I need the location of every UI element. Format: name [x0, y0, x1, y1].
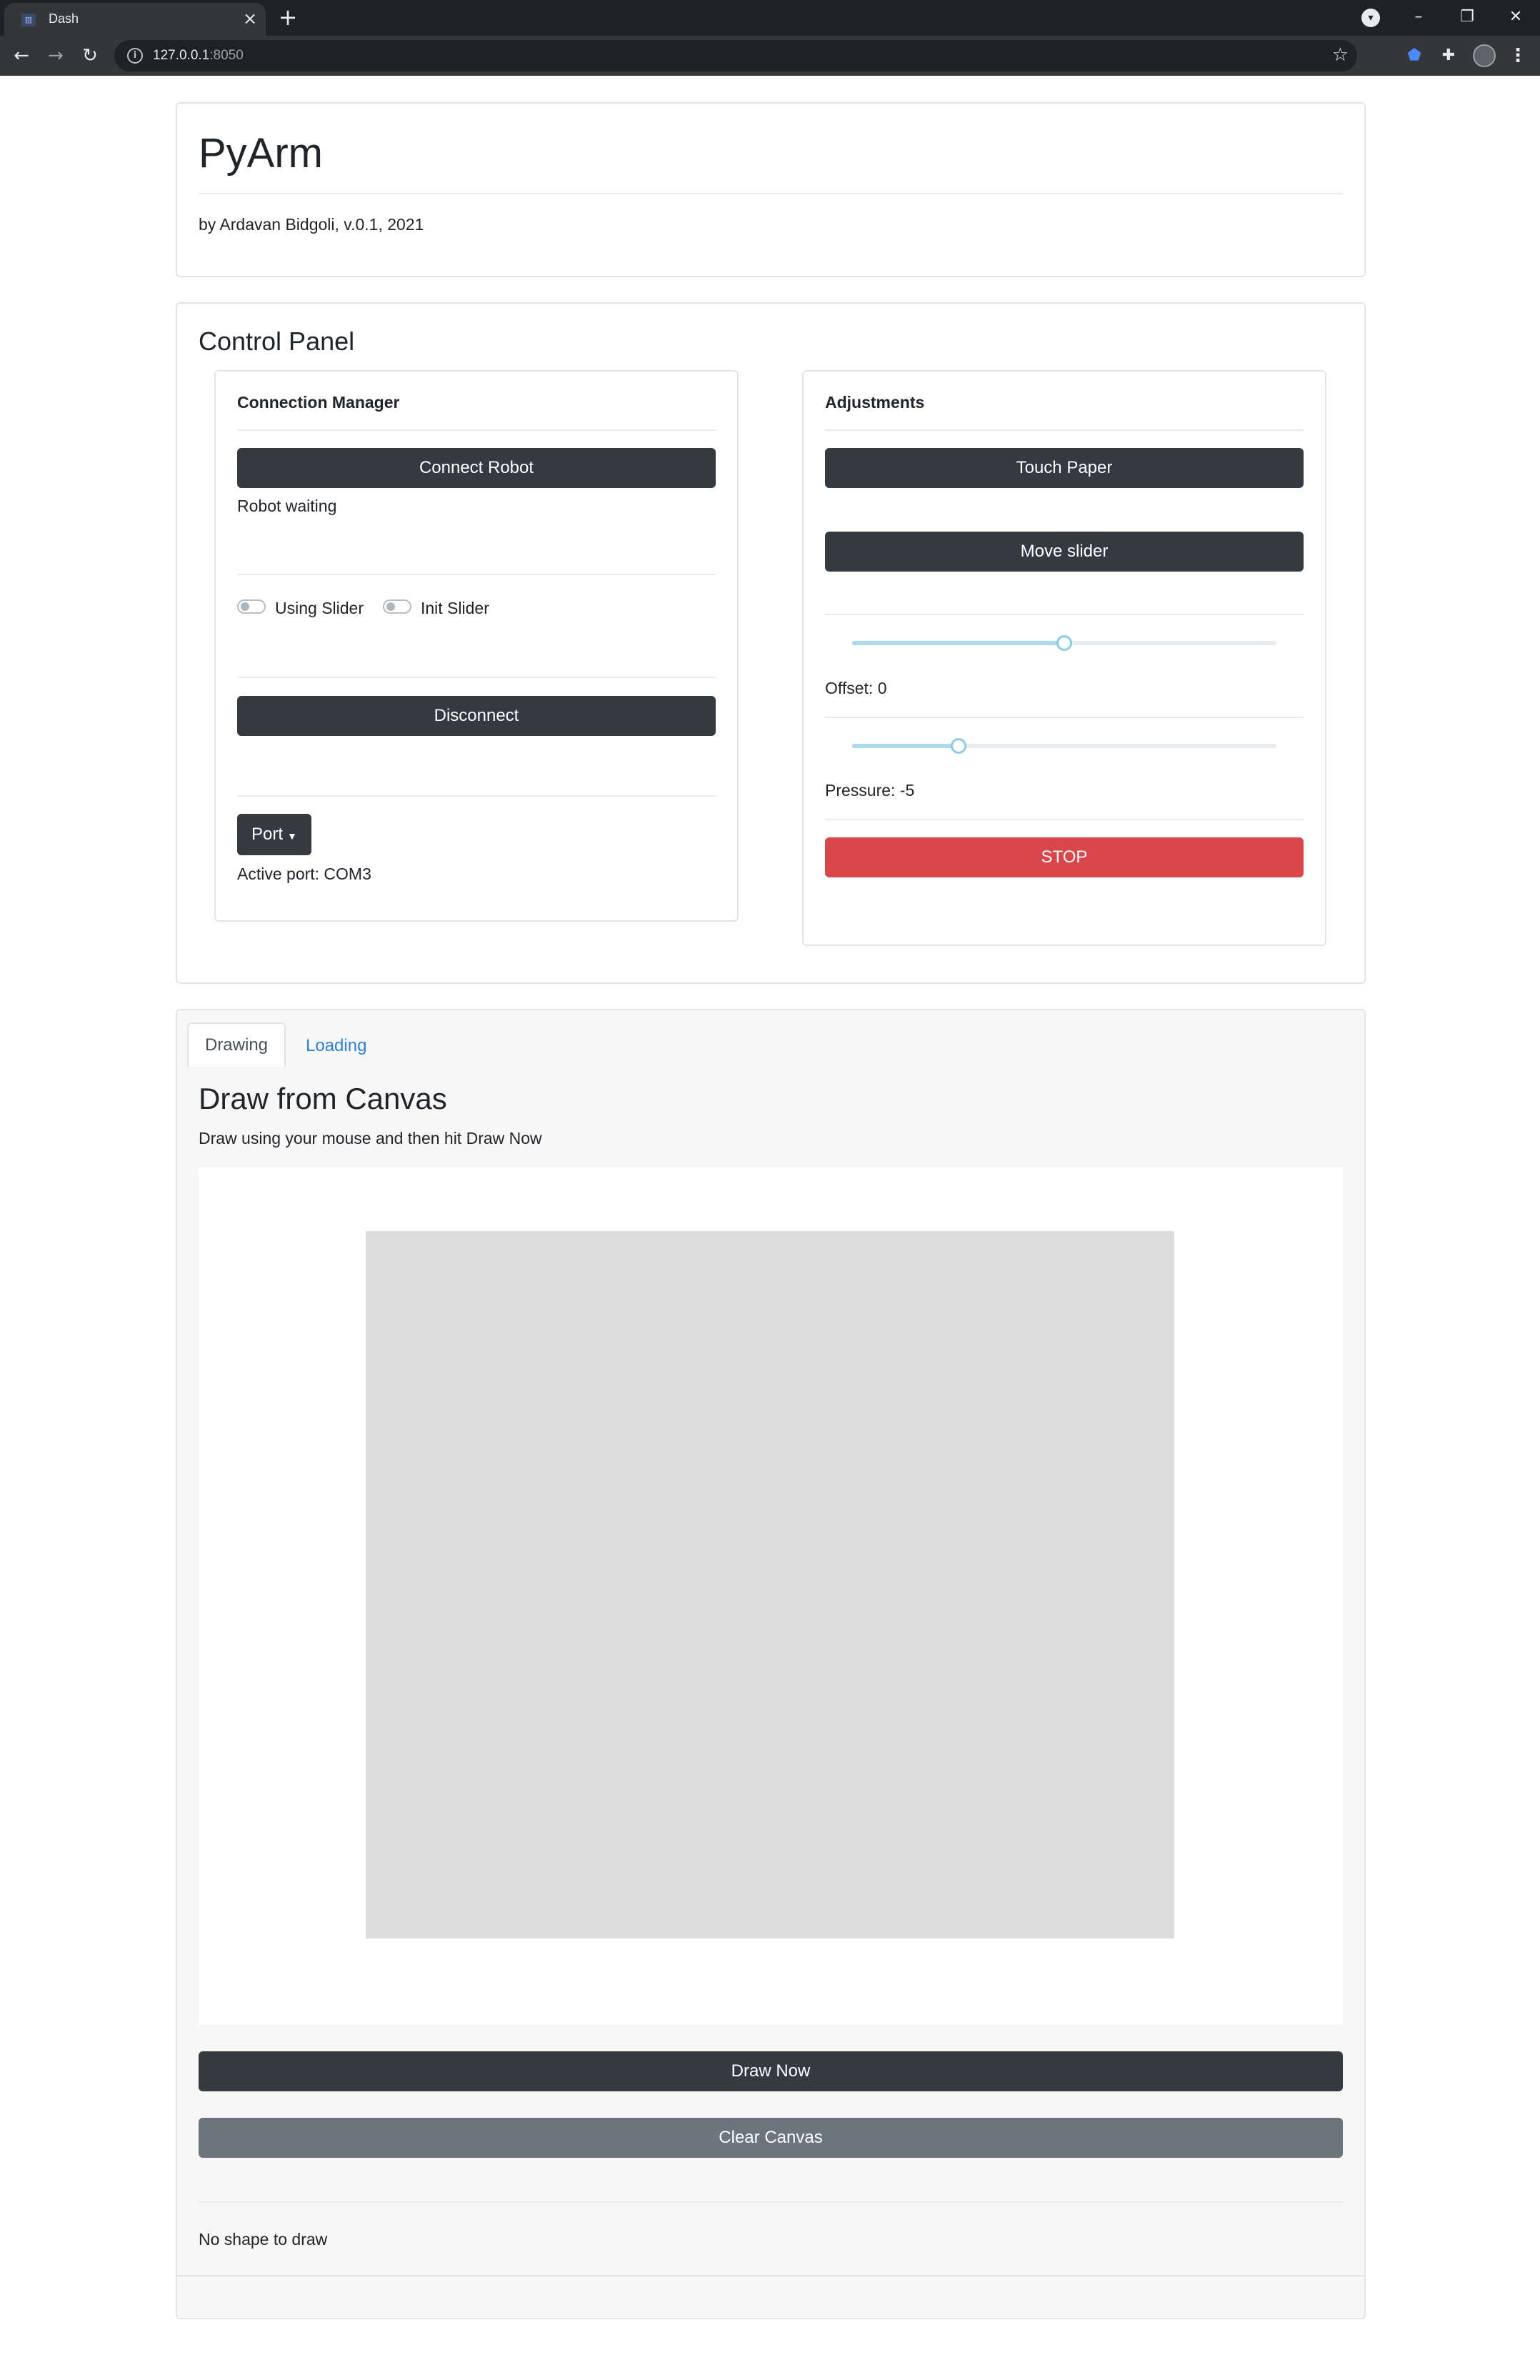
drawing-card: Drawing Loading Draw from Canvas Draw us…	[176, 1009, 1366, 2319]
adjustments-card: Adjustments Touch Paper Move slider Offs…	[802, 370, 1326, 946]
toggle-knob	[386, 602, 395, 611]
slider-track	[852, 744, 959, 748]
extensions-puzzle-icon[interactable]: ✚	[1439, 46, 1459, 66]
profile-avatar[interactable]	[1473, 44, 1496, 67]
toggle-knob	[241, 602, 249, 611]
draw-now-button[interactable]: Draw Now	[199, 2051, 1343, 2091]
tab-search-icon[interactable]: ▾	[1361, 9, 1380, 27]
pressure-slider[interactable]	[852, 732, 1276, 760]
init-slider-label: Init Slider	[421, 599, 489, 617]
browser-tab-title: Dash	[49, 11, 79, 26]
extension-shield-icon[interactable]: ⬟	[1404, 46, 1424, 66]
adjustments-divider-2	[825, 614, 1304, 615]
using-slider-label: Using Slider	[275, 599, 364, 617]
robot-status-text: Robot waiting	[237, 497, 337, 515]
new-tab-icon[interactable]: +	[277, 6, 299, 29]
reload-icon[interactable]: ↻	[76, 41, 104, 70]
drawing-footer-divider	[177, 2275, 1364, 2276]
header-card: PyArm by Ardavan Bidgoli, v.0.1, 2021	[176, 102, 1366, 277]
bookmark-star-icon[interactable]: ☆	[1332, 44, 1349, 66]
connect-robot-button[interactable]: Connect Robot	[237, 448, 716, 488]
init-slider-toggle[interactable]	[383, 599, 411, 614]
disconnect-button[interactable]: Disconnect	[237, 696, 716, 736]
connection-divider-2	[237, 574, 716, 575]
page-title: PyArm	[199, 130, 323, 176]
connection-divider-1	[237, 429, 716, 431]
drawing-canvas[interactable]	[366, 1231, 1174, 1938]
slider-handle[interactable]	[1056, 635, 1072, 651]
adjustments-divider-4	[825, 819, 1304, 820]
drawing-divider	[199, 2201, 1343, 2203]
clear-canvas-button[interactable]: Clear Canvas	[199, 2118, 1343, 2158]
browser-toolbar: ← → ↻ i 127.0.0.1:8050 ☆ ⬟ ✚ ⋮	[0, 36, 1540, 76]
forward-icon[interactable]: →	[41, 41, 70, 70]
restore-icon[interactable]: ❐	[1453, 3, 1481, 31]
connection-manager-title: Connection Manager	[237, 393, 400, 412]
stop-button[interactable]: STOP	[825, 837, 1304, 877]
caret-down-icon: ▼	[287, 830, 297, 842]
connection-divider-3	[237, 677, 716, 678]
tab-drawing[interactable]: Drawing	[187, 1022, 286, 1067]
connection-manager-card: Connection Manager Connect Robot Robot w…	[214, 370, 739, 922]
slider-track	[852, 641, 1064, 645]
url-port: :8050	[209, 48, 244, 63]
active-port-text: Active port: COM3	[237, 865, 371, 883]
control-panel-card: Control Panel Connection Manager Connect…	[176, 302, 1366, 984]
browser-tab[interactable]: ▥ Dash ×	[4, 3, 266, 36]
offset-slider[interactable]	[852, 629, 1276, 657]
port-label: Port	[251, 825, 284, 844]
adjustments-divider-3	[825, 717, 1304, 718]
back-icon[interactable]: ←	[7, 41, 36, 70]
browser-menu-icon[interactable]: ⋮	[1507, 44, 1529, 67]
canvas-title: Draw from Canvas	[199, 1082, 447, 1115]
header-divider	[199, 193, 1343, 194]
move-slider-button[interactable]: Move slider	[825, 532, 1304, 572]
draw-status-text: No shape to draw	[199, 2230, 328, 2249]
adjustments-title: Adjustments	[825, 393, 925, 412]
url-host: 127.0.0.1	[153, 48, 210, 63]
control-panel-title: Control Panel	[199, 327, 355, 356]
minimize-icon[interactable]: –	[1404, 3, 1433, 31]
address-bar[interactable]: i 127.0.0.1:8050 ☆	[114, 40, 1357, 71]
adjustments-divider-1	[825, 429, 1304, 431]
touch-paper-button[interactable]: Touch Paper	[825, 448, 1304, 488]
dash-favicon-icon: ▥	[21, 14, 36, 26]
browser-tab-bar: ▥ Dash × + ▾ – ❐ ✕	[0, 0, 1540, 36]
using-slider-toggle[interactable]	[237, 599, 266, 614]
url-text: 127.0.0.1:8050	[153, 48, 244, 64]
close-tab-icon[interactable]: ×	[240, 9, 260, 29]
close-window-icon[interactable]: ✕	[1501, 3, 1530, 31]
canvas-instructions: Draw using your mouse and then hit Draw …	[199, 1129, 542, 1147]
author-line: by Ardavan Bidgoli, v.0.1, 2021	[199, 215, 424, 234]
connection-divider-4	[237, 795, 716, 797]
site-info-icon[interactable]: i	[127, 48, 143, 64]
offset-value-text: Offset: 0	[825, 679, 887, 697]
port-dropdown-button[interactable]: Port ▼	[237, 814, 311, 855]
tab-loading[interactable]: Loading	[306, 1036, 366, 1056]
slider-handle[interactable]	[951, 738, 966, 754]
canvas-container	[199, 1167, 1343, 2025]
pressure-value-text: Pressure: -5	[825, 781, 915, 800]
